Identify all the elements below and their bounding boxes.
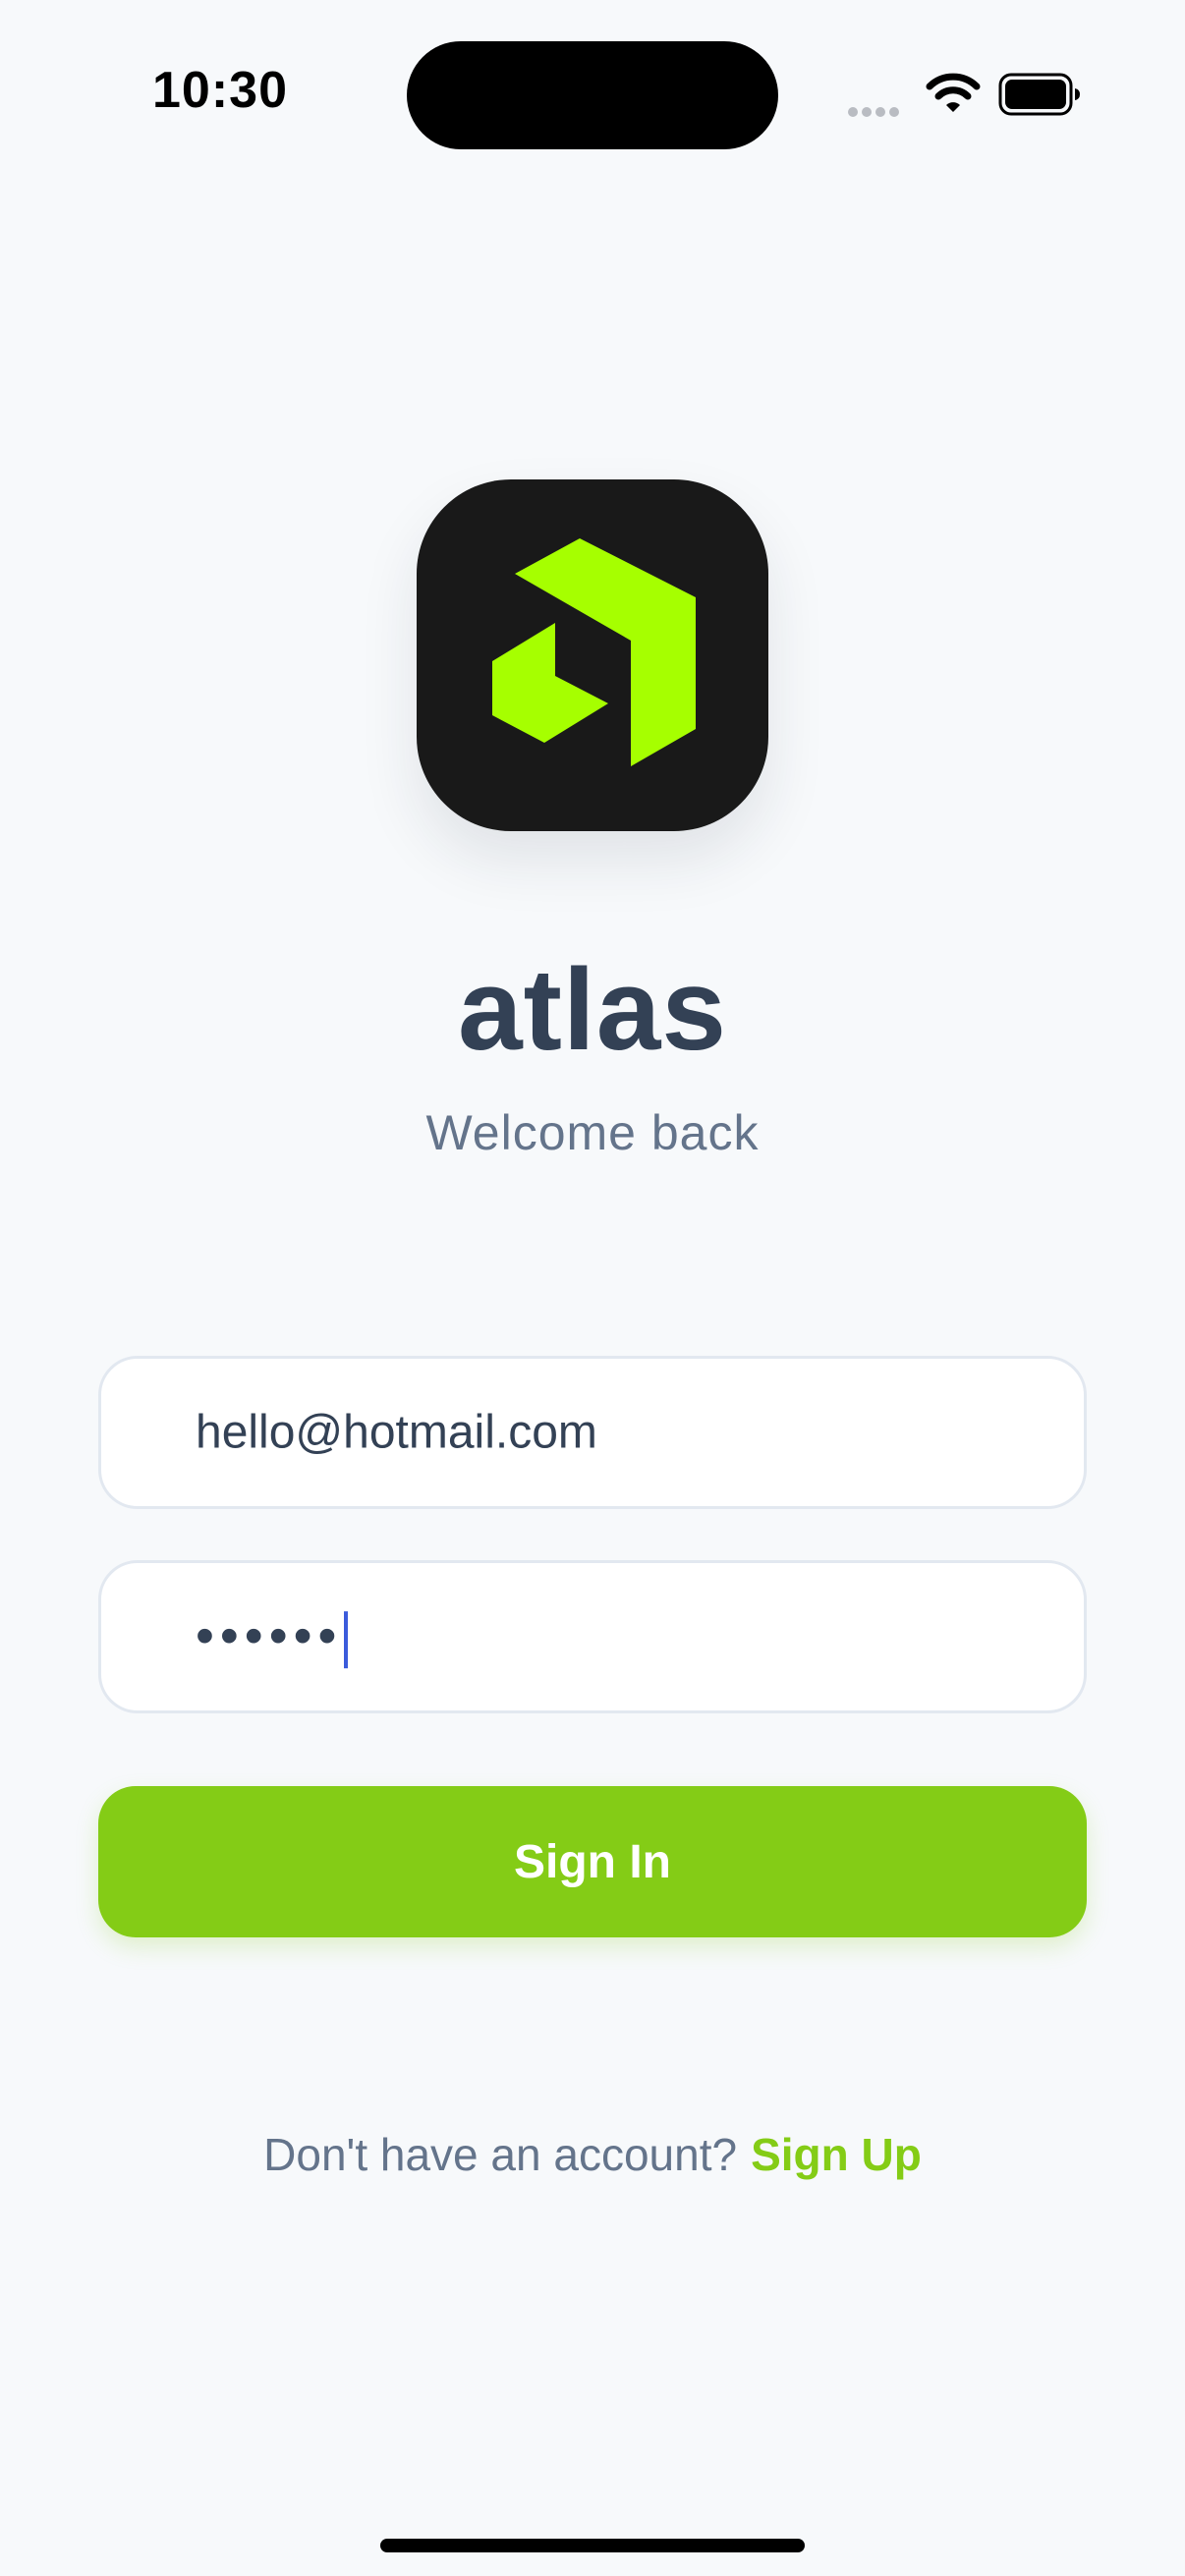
status-bar: 10:30 bbox=[0, 0, 1185, 196]
atlas-logo-icon bbox=[492, 538, 696, 766]
welcome-subtitle: Welcome back bbox=[425, 1105, 760, 1160]
password-mask: •••••• bbox=[196, 1606, 343, 1666]
cellular-signal-icon bbox=[848, 104, 907, 117]
sign-up-link[interactable]: Sign Up bbox=[751, 2129, 922, 2180]
home-indicator[interactable] bbox=[380, 2539, 805, 2552]
wifi-icon bbox=[926, 73, 981, 114]
email-field-value: hello@hotmail.com bbox=[196, 1406, 597, 1459]
battery-icon bbox=[998, 73, 1081, 116]
app-logo bbox=[417, 479, 768, 831]
email-field[interactable]: hello@hotmail.com bbox=[98, 1356, 1087, 1509]
app-name: atlas bbox=[458, 945, 727, 1075]
signup-prompt-text: Don't have an account? bbox=[263, 2129, 738, 2180]
password-field[interactable]: •••••• bbox=[98, 1560, 1087, 1713]
sign-in-button[interactable]: Sign In bbox=[98, 1786, 1087, 1937]
password-field-value: •••••• bbox=[196, 1605, 349, 1668]
status-time: 10:30 bbox=[152, 62, 288, 119]
dynamic-island bbox=[407, 41, 778, 149]
text-cursor bbox=[344, 1610, 349, 1668]
signup-prompt: Don't have an account? Sign Up bbox=[0, 2128, 1185, 2181]
